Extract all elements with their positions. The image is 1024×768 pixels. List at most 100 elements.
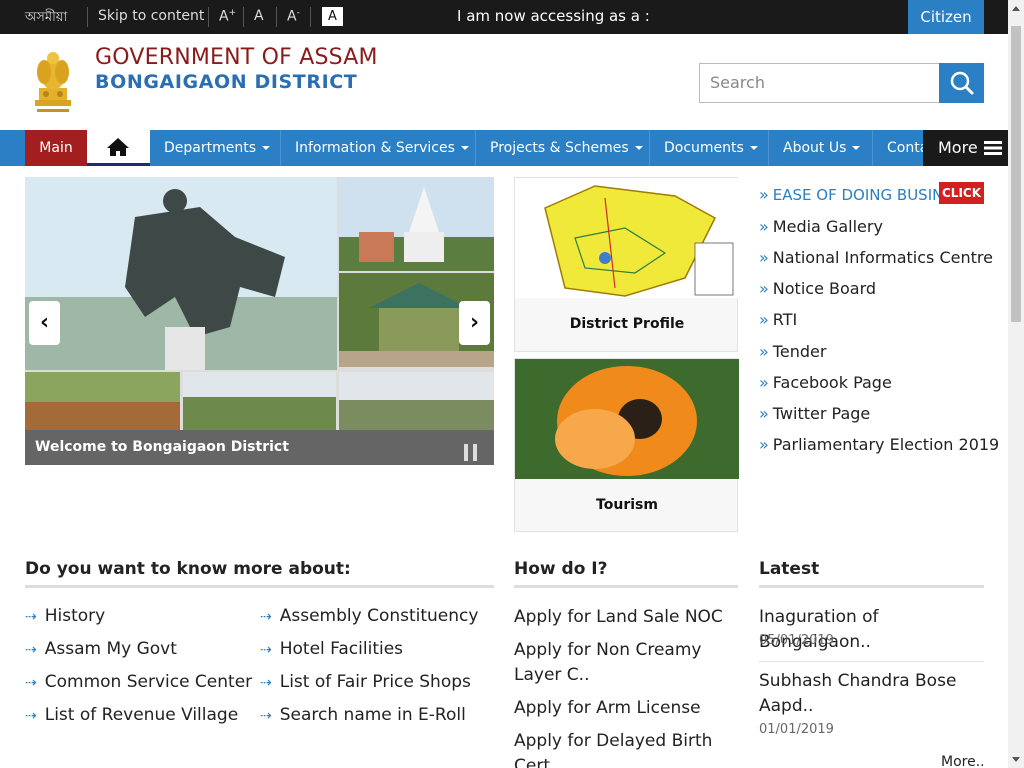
page-scrollbar[interactable] <box>1008 0 1024 768</box>
chevron-left-icon: ‹ <box>39 310 50 335</box>
nav-information-services[interactable]: Information & Services <box>281 130 476 166</box>
state-emblem-logo[interactable] <box>29 44 77 116</box>
how-do-i-item[interactable]: Apply for Arm License <box>514 696 738 721</box>
parliamentary-election-link[interactable]: » Parliamentary Election 2019 <box>759 435 999 454</box>
search-button[interactable] <box>939 63 984 103</box>
nav-more-label: More <box>938 138 978 157</box>
arrow-right-icon: ⇢ <box>260 675 272 691</box>
arrow-right-icon: ⇢ <box>25 609 37 625</box>
link-label: List of Revenue Village <box>44 705 239 725</box>
how-do-i-item[interactable]: Apply for Non Creamy Layer C.. <box>514 638 738 688</box>
slider-prev-button[interactable]: ‹ <box>29 301 60 345</box>
arrow-right-icon: ⇢ <box>260 708 272 724</box>
fair-price-shops-link[interactable]: ⇢ List of Fair Price Shops <box>260 672 471 692</box>
assam-my-govt-link[interactable]: ⇢ Assam My Govt <box>25 639 177 659</box>
link-label: Notice Board <box>772 279 877 298</box>
tourism-card[interactable]: Tourism <box>514 358 739 532</box>
link-label: Hotel Facilities <box>279 639 404 659</box>
link-label: History <box>44 606 106 626</box>
news-item-title[interactable]: Subhash Chandra Bose Aapd.. <box>759 669 984 719</box>
facebook-page-link[interactable]: » Facebook Page <box>759 373 892 392</box>
slide-image-temple <box>339 177 494 271</box>
link-label: Media Gallery <box>772 217 883 236</box>
chevron-right-icon: » <box>759 342 769 361</box>
link-label: Twitter Page <box>772 404 871 423</box>
nav-label: About Us <box>783 140 847 156</box>
district-profile-card[interactable]: District Profile <box>514 177 739 352</box>
rti-link[interactable]: » RTI <box>759 310 797 329</box>
arrow-right-icon: ⇢ <box>25 642 37 658</box>
scroll-down-arrow-icon[interactable] <box>1012 757 1020 762</box>
latest-more-link[interactable]: More.. <box>941 754 985 768</box>
tender-link[interactable]: » Tender <box>759 342 826 361</box>
nav-more-button[interactable]: More <box>923 130 1008 166</box>
skip-to-content-link[interactable]: Skip to content <box>98 8 204 24</box>
link-label: Assembly Constituency <box>279 606 479 626</box>
link-label: Assam My Govt <box>44 639 177 659</box>
nav-label: Documents <box>664 140 744 156</box>
divider <box>243 7 244 27</box>
nav-documents[interactable]: Documents <box>650 130 769 166</box>
notice-board-link[interactable]: » Notice Board <box>759 279 876 298</box>
nav-about-us[interactable]: About Us <box>769 130 873 166</box>
latest-heading: Latest <box>759 559 820 579</box>
section-divider <box>25 585 494 588</box>
chevron-right-icon: » <box>759 248 769 267</box>
nav-home-button[interactable] <box>87 130 150 166</box>
nav-departments[interactable]: Departments <box>150 130 281 166</box>
golden-langur-image <box>515 359 739 479</box>
divider <box>208 7 209 27</box>
role-citizen-button[interactable]: Citizen <box>908 0 984 34</box>
link-label: Parliamentary Election 2019 <box>772 435 1000 454</box>
how-do-i-item[interactable]: Apply for Land Sale NOC <box>514 605 738 630</box>
slider-next-button[interactable]: › <box>459 301 490 345</box>
language-toggle[interactable]: অসমীয়া <box>25 8 67 29</box>
site-header: GOVERNMENT OF ASSAM BONGAIGAON DISTRICT … <box>0 34 1008 130</box>
high-contrast-button[interactable]: A <box>322 7 343 26</box>
click-badge[interactable]: CLICK <box>939 182 984 204</box>
caret-down-icon <box>749 146 758 150</box>
district-map-image <box>515 178 739 298</box>
access-role-label: I am now accessing as a : <box>457 7 650 25</box>
chevron-right-icon: » <box>759 435 769 454</box>
font-normal-button[interactable]: A <box>254 8 264 24</box>
news-divider <box>759 661 984 662</box>
section-divider <box>514 585 738 588</box>
arrow-right-icon: ⇢ <box>260 642 272 658</box>
divider <box>87 7 88 27</box>
chevron-right-icon: » <box>759 217 769 236</box>
nav-main-button[interactable]: Main <box>25 130 87 166</box>
revenue-village-link[interactable]: ⇢ List of Revenue Village <box>25 705 238 725</box>
nav-label: Projects & Schemes <box>490 140 629 156</box>
search-input[interactable]: Search <box>699 63 940 103</box>
slide-image-statue <box>25 177 337 370</box>
nic-link[interactable]: » National Informatics Centre <box>759 248 993 267</box>
twitter-page-link[interactable]: » Twitter Page <box>759 404 870 423</box>
pause-icon[interactable] <box>464 444 478 461</box>
district-profile-label: District Profile <box>569 316 685 332</box>
history-link[interactable]: ⇢ History <box>25 606 105 626</box>
font-decrease-button[interactable]: A- <box>287 8 300 25</box>
how-do-i-item[interactable]: Apply for Delayed Birth Cert.. <box>514 729 738 768</box>
section-divider <box>759 585 984 588</box>
scroll-up-arrow-icon[interactable] <box>1012 6 1020 11</box>
e-roll-search-link[interactable]: ⇢ Search name in E-Roll <box>260 705 466 725</box>
scrollbar-thumb[interactable] <box>1011 26 1021 322</box>
media-gallery-link[interactable]: » Media Gallery <box>759 217 883 236</box>
chevron-right-icon: » <box>759 279 769 298</box>
common-service-center-link[interactable]: ⇢ Common Service Center <box>25 672 252 692</box>
page: অসমীয়া Skip to content A+ A A- A I am n… <box>0 0 1024 768</box>
slide-image-dancers <box>25 372 180 430</box>
link-label: Facebook Page <box>772 373 892 392</box>
link-label: Search name in E-Roll <box>279 705 466 725</box>
hotel-facilities-link[interactable]: ⇢ Hotel Facilities <box>260 639 403 659</box>
font-increase-button[interactable]: A+ <box>219 8 236 25</box>
assembly-constituency-link[interactable]: ⇢ Assembly Constituency <box>260 606 478 626</box>
nav-contact[interactable]: Conta <box>873 130 923 166</box>
arrow-right-icon: ⇢ <box>25 675 37 691</box>
caret-down-icon <box>460 146 469 150</box>
ease-of-doing-business-link[interactable]: » EASE OF DOING BUSINE <box>759 185 953 204</box>
nav-projects-schemes[interactable]: Projects & Schemes <box>476 130 650 166</box>
home-icon <box>107 138 129 156</box>
nav-label: Conta <box>887 140 923 156</box>
